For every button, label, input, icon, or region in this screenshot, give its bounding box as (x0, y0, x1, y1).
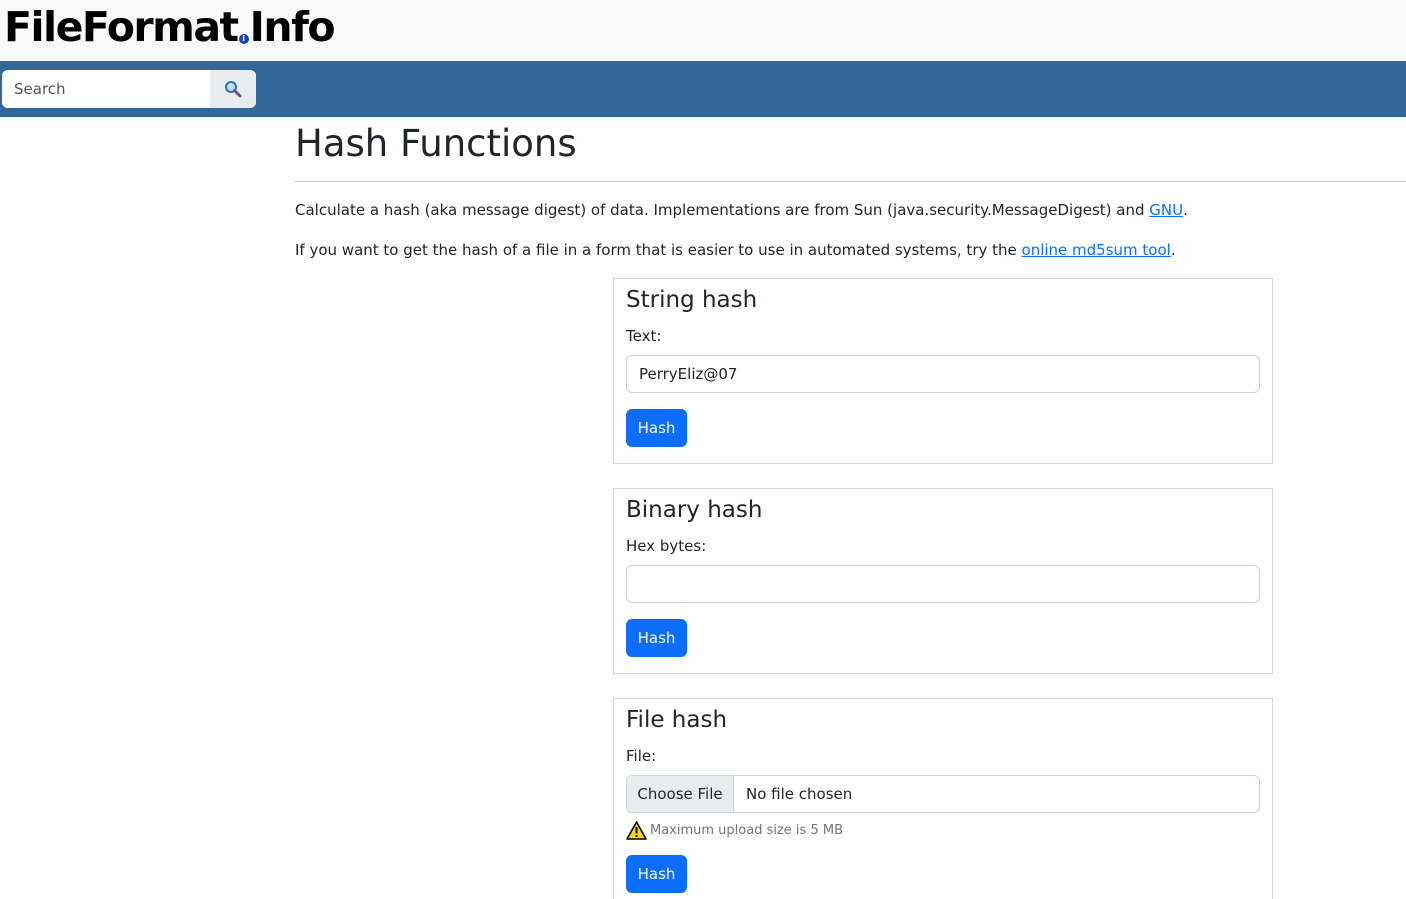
info-dot-icon: i (238, 34, 249, 44)
upload-size-note: Maximum upload size is 5 MB (626, 819, 843, 841)
tool-text: If you want to get the hash of a file in… (295, 241, 1022, 259)
site-header: FileFormat i Info (0, 0, 1406, 61)
gnu-link[interactable]: GNU (1149, 201, 1183, 219)
search-form (2, 70, 256, 108)
binary-hash-card: Binary hash Hex bytes: Hash (613, 488, 1273, 674)
string-hash-button[interactable]: Hash (626, 409, 687, 447)
magnifier-icon (225, 81, 242, 98)
string-hash-card: String hash Text: Hash (613, 278, 1273, 464)
file-label: File: (626, 747, 657, 765)
search-input[interactable] (2, 70, 208, 108)
file-input[interactable]: Choose File No file chosen (626, 775, 1260, 813)
warning-icon (626, 820, 647, 840)
text-label: Text: (626, 327, 662, 345)
string-hash-title: String hash (626, 287, 758, 313)
md5sum-tool-link[interactable]: online md5sum tool (1022, 241, 1171, 259)
tool-paragraph: If you want to get the hash of a file in… (295, 239, 1176, 261)
intro-text-end: . (1183, 201, 1188, 219)
intro-text: Calculate a hash (aka message digest) of… (295, 201, 1150, 219)
site-logo[interactable]: FileFormat i Info (4, 2, 336, 52)
file-hash-title: File hash (626, 707, 728, 733)
binary-hash-title: Binary hash (626, 497, 763, 523)
tool-text-end: . (1170, 241, 1176, 259)
file-hash-card: File hash File: Choose File No file chos… (613, 698, 1273, 899)
choose-file-button[interactable]: Choose File (627, 776, 734, 812)
intro-paragraph: Calculate a hash (aka message digest) of… (295, 199, 1188, 221)
hex-bytes-input[interactable] (626, 565, 1260, 603)
logo-text-tail: Info (249, 3, 336, 51)
upload-size-text: Maximum upload size is 5 MB (650, 822, 843, 838)
navbar (0, 61, 1406, 117)
text-input[interactable] (626, 355, 1260, 393)
title-divider (295, 181, 1406, 182)
file-status-text: No file chosen (746, 785, 853, 803)
binary-hash-button[interactable]: Hash (626, 619, 687, 657)
search-button[interactable] (210, 70, 256, 108)
file-hash-button[interactable]: Hash (626, 855, 687, 893)
page-title: Hash Functions (295, 122, 577, 165)
logo-text-main: FileFormat (4, 3, 239, 51)
hex-bytes-label: Hex bytes: (626, 537, 707, 555)
